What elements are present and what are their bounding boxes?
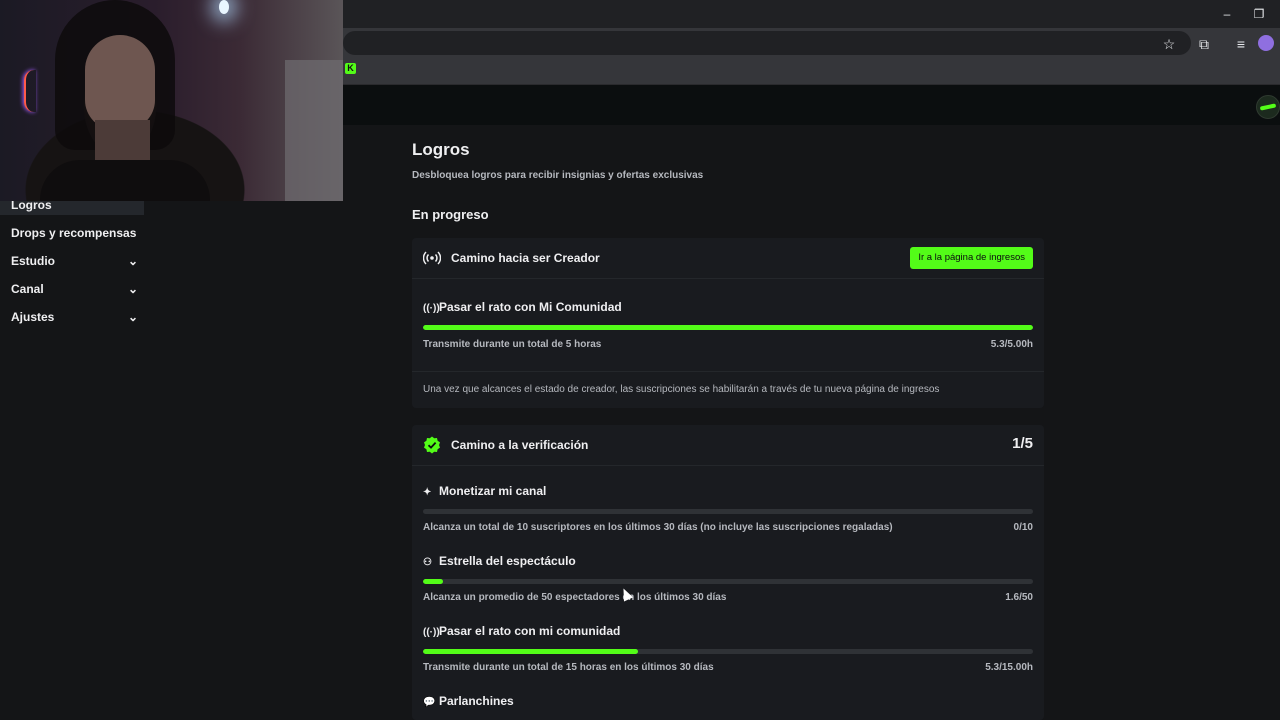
- progress-bar: [423, 325, 1033, 330]
- task-description: Transmite durante un total de 5 horas: [423, 339, 602, 350]
- webcam-overlay: [0, 0, 343, 201]
- headphone-light: [24, 70, 36, 112]
- sidebar-item-estudio[interactable]: Estudio ⌄: [0, 251, 144, 279]
- card-header: Camino a la verificación 1/5: [412, 425, 1044, 466]
- verified-badge-icon: [424, 436, 440, 454]
- task-title-text: Parlanchines: [439, 694, 514, 708]
- users-icon: ⚇: [423, 557, 432, 568]
- extensions-icon[interactable]: ⧉: [1194, 34, 1214, 54]
- task-item: ((·))Pasar el rato con Mi Comunidad Tran…: [423, 300, 1033, 352]
- task-title: ((·))Pasar el rato con mi comunidad: [423, 624, 620, 638]
- broadcast-icon: [423, 251, 441, 265]
- task-title: 💬 Parlanchines: [423, 694, 514, 708]
- task-item: 💬 Parlanchines: [423, 694, 1033, 714]
- card-title: Camino a la verificación: [451, 438, 589, 452]
- progress-bar: [423, 509, 1033, 514]
- page-subtitle: Desbloquea logros para recibir insignias…: [412, 170, 704, 181]
- card-title: Camino hacia ser Creador: [451, 251, 600, 265]
- task-description: Alcanza un promedio de 50 espectadores e…: [423, 592, 727, 603]
- address-bar[interactable]: [343, 31, 1191, 55]
- broadcast-icon: ((·)): [423, 627, 440, 638]
- task-title-text: Estrella del espectáculo: [439, 554, 576, 568]
- creator-note: Una vez que alcances el estado de creado…: [423, 384, 940, 395]
- chevron-down-icon: ⌄: [127, 254, 138, 268]
- media-icon[interactable]: ≡: [1231, 34, 1251, 54]
- sidebar-item-label: Estudio: [11, 254, 55, 268]
- verification-card: Camino a la verificación 1/5 ✦ Monetizar …: [412, 425, 1044, 720]
- chevron-down-icon: ⌄: [127, 310, 138, 324]
- progress-fill: [423, 649, 639, 654]
- task-title: ⚇ Estrella del espectáculo: [423, 554, 576, 568]
- progress-fill: [423, 325, 1033, 330]
- task-value: 5.3/5.00h: [990, 339, 1033, 350]
- creator-card: Camino hacia ser Creador Ir a la página …: [412, 238, 1044, 408]
- task-value: 5.3/15.00h: [985, 662, 1033, 673]
- revenue-page-button[interactable]: Ir a la página de ingresos: [910, 247, 1033, 269]
- section-heading: En progreso: [412, 207, 489, 222]
- sidebar-item-drops[interactable]: Drops y recompensas: [0, 223, 144, 251]
- sidebar-item-label: Ajustes: [11, 310, 55, 324]
- task-value: 1.6/50: [1005, 592, 1033, 603]
- progress-bar: [423, 649, 1033, 654]
- sidebar-item-label: Canal: [11, 282, 44, 296]
- sparkle-icon: ✦: [423, 487, 432, 498]
- divider: [412, 371, 1044, 372]
- chevron-down-icon: ⌄: [127, 282, 138, 296]
- page-title: Logros: [412, 140, 470, 159]
- task-title: ✦ Monetizar mi canal: [423, 484, 546, 498]
- ceiling-light: [219, 0, 229, 14]
- profile-icon[interactable]: [1258, 35, 1274, 51]
- avatar[interactable]: [1256, 95, 1280, 119]
- card-header: Camino hacia ser Creador Ir a la página …: [412, 238, 1044, 279]
- progress-bar: [423, 579, 1033, 584]
- task-title: ((·))Pasar el rato con Mi Comunidad: [423, 300, 622, 314]
- task-value: 0/10: [1013, 522, 1033, 533]
- restore-button[interactable]: ❐: [1247, 4, 1271, 24]
- chat-icon: 💬: [423, 697, 436, 708]
- task-item: ✦ Monetizar mi canal Alcanza un total de …: [423, 484, 1033, 536]
- person-face: [85, 35, 155, 130]
- minimize-button[interactable]: –: [1215, 4, 1239, 24]
- person-shirt: [40, 160, 210, 201]
- task-description: Alcanza un total de 10 suscriptores en l…: [423, 522, 893, 533]
- task-item: ((·))Pasar el rato con mi comunidad Tran…: [423, 624, 1033, 676]
- progress-fill: [423, 579, 443, 584]
- task-item: ⚇ Estrella del espectáculo Alcanza un pro…: [423, 554, 1033, 606]
- progress-count: 1/5: [1012, 435, 1033, 452]
- sidebar: Logros Drops y recompensas Estudio ⌄ Can…: [0, 195, 144, 335]
- task-title-text: Pasar el rato con Mi Comunidad: [439, 300, 622, 314]
- sidebar-item-canal[interactable]: Canal ⌄: [0, 279, 144, 307]
- sidebar-item-label: Drops y recompensas: [11, 226, 137, 240]
- star-icon[interactable]: ☆: [1159, 34, 1179, 54]
- task-title-text: Pasar el rato con mi comunidad: [439, 624, 621, 638]
- background-wall: [285, 60, 343, 201]
- kick-bookmark-icon[interactable]: K: [345, 63, 356, 74]
- sidebar-item-ajustes[interactable]: Ajustes ⌄: [0, 307, 144, 335]
- broadcast-icon: ((·)): [423, 303, 440, 314]
- task-title-text: Monetizar mi canal: [439, 484, 547, 498]
- task-description: Transmite durante un total de 15 horas e…: [423, 662, 714, 673]
